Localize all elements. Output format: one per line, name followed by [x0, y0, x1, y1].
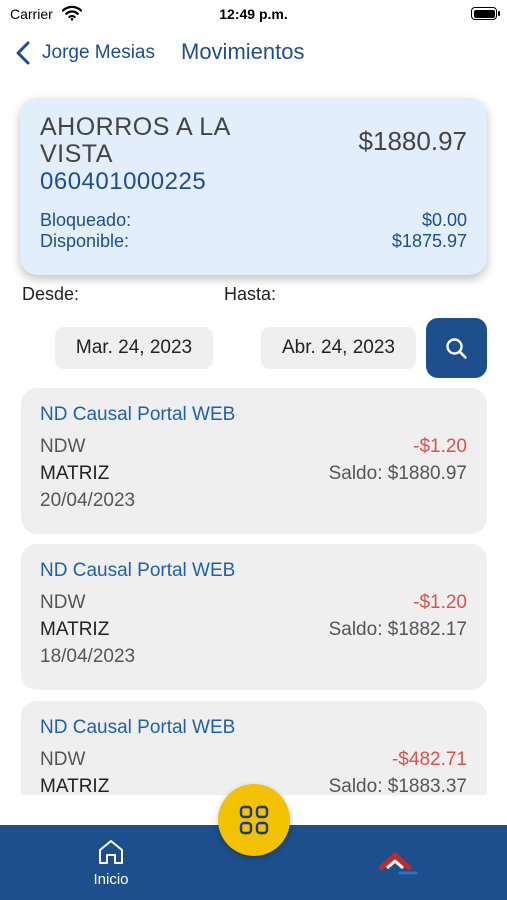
tab-home[interactable]: Inicio — [80, 835, 142, 893]
transaction-balance: Saldo: $1883.37 — [328, 776, 467, 795]
home-icon — [99, 840, 123, 864]
to-date-field[interactable]: Abr. 24, 2023 — [261, 327, 416, 369]
back-button[interactable]: Jorge Mesias — [42, 42, 155, 64]
bank-logo — [376, 843, 422, 877]
grid-icon — [239, 805, 269, 835]
from-date-field[interactable]: Mar. 24, 2023 — [55, 327, 213, 369]
search-icon — [446, 338, 467, 359]
account-balance: $1880.97 — [358, 126, 467, 156]
clock: 12:49 p.m. — [219, 6, 288, 22]
transaction-balance: Saldo: $1880.97 — [328, 463, 467, 484]
transaction-branch: MATRIZ — [40, 776, 110, 795]
transaction-date: 18/04/2023 — [40, 646, 136, 667]
menu-button[interactable] — [218, 784, 290, 856]
to-label: Hasta: — [224, 284, 277, 304]
transaction-branch: MATRIZ — [40, 463, 110, 484]
battery-icon — [471, 7, 500, 20]
transaction-title: ND Causal Portal WEB — [40, 560, 236, 581]
chevron-left-icon[interactable] — [14, 40, 32, 66]
available-value: $1875.97 — [391, 231, 467, 251]
transaction-code: NDW — [40, 592, 86, 613]
tab-home-label: Inicio — [93, 871, 129, 888]
transaction-amount: -$1.20 — [413, 592, 467, 613]
status-bar: Carrier 12:49 p.m. — [0, 0, 507, 28]
blocked-label: Bloqueado: — [40, 210, 132, 230]
transaction-card[interactable]: ND Causal Portal WEB NDW -$1.20 MATRIZ S… — [21, 388, 487, 534]
transaction-code: NDW — [40, 436, 86, 457]
transaction-card[interactable]: ND Causal Portal WEB NDW -$482.71 MATRIZ… — [21, 701, 487, 795]
available-label: Disponible: — [40, 231, 130, 251]
transaction-card[interactable]: ND Causal Portal WEB NDW -$1.20 MATRIZ S… — [21, 544, 487, 690]
navigation-bar: Jorge Mesias Movimientos — [0, 36, 507, 70]
from-label: Desde: — [22, 284, 80, 304]
page-title: Movimientos — [181, 39, 305, 64]
transaction-amount: -$1.20 — [413, 436, 467, 457]
transaction-date: 20/04/2023 — [40, 490, 136, 511]
account-type: AHORROS A LA VISTA — [40, 113, 230, 168]
transaction-branch: MATRIZ — [40, 619, 110, 640]
transaction-code: NDW — [40, 749, 86, 770]
transaction-title: ND Causal Portal WEB — [40, 717, 236, 738]
account-card: AHORROS A LA VISTA 060401000225 $1880.97… — [20, 98, 487, 275]
transactions-list[interactable]: ND Causal Portal WEB NDW -$1.20 MATRIZ S… — [0, 380, 507, 795]
transaction-amount: -$482.71 — [391, 749, 467, 770]
transaction-title: ND Causal Portal WEB — [40, 404, 236, 425]
account-number: 060401000225 — [40, 168, 207, 195]
transaction-balance: Saldo: $1882.17 — [328, 619, 467, 640]
blocked-value: $0.00 — [421, 210, 467, 230]
search-button[interactable] — [426, 318, 487, 378]
